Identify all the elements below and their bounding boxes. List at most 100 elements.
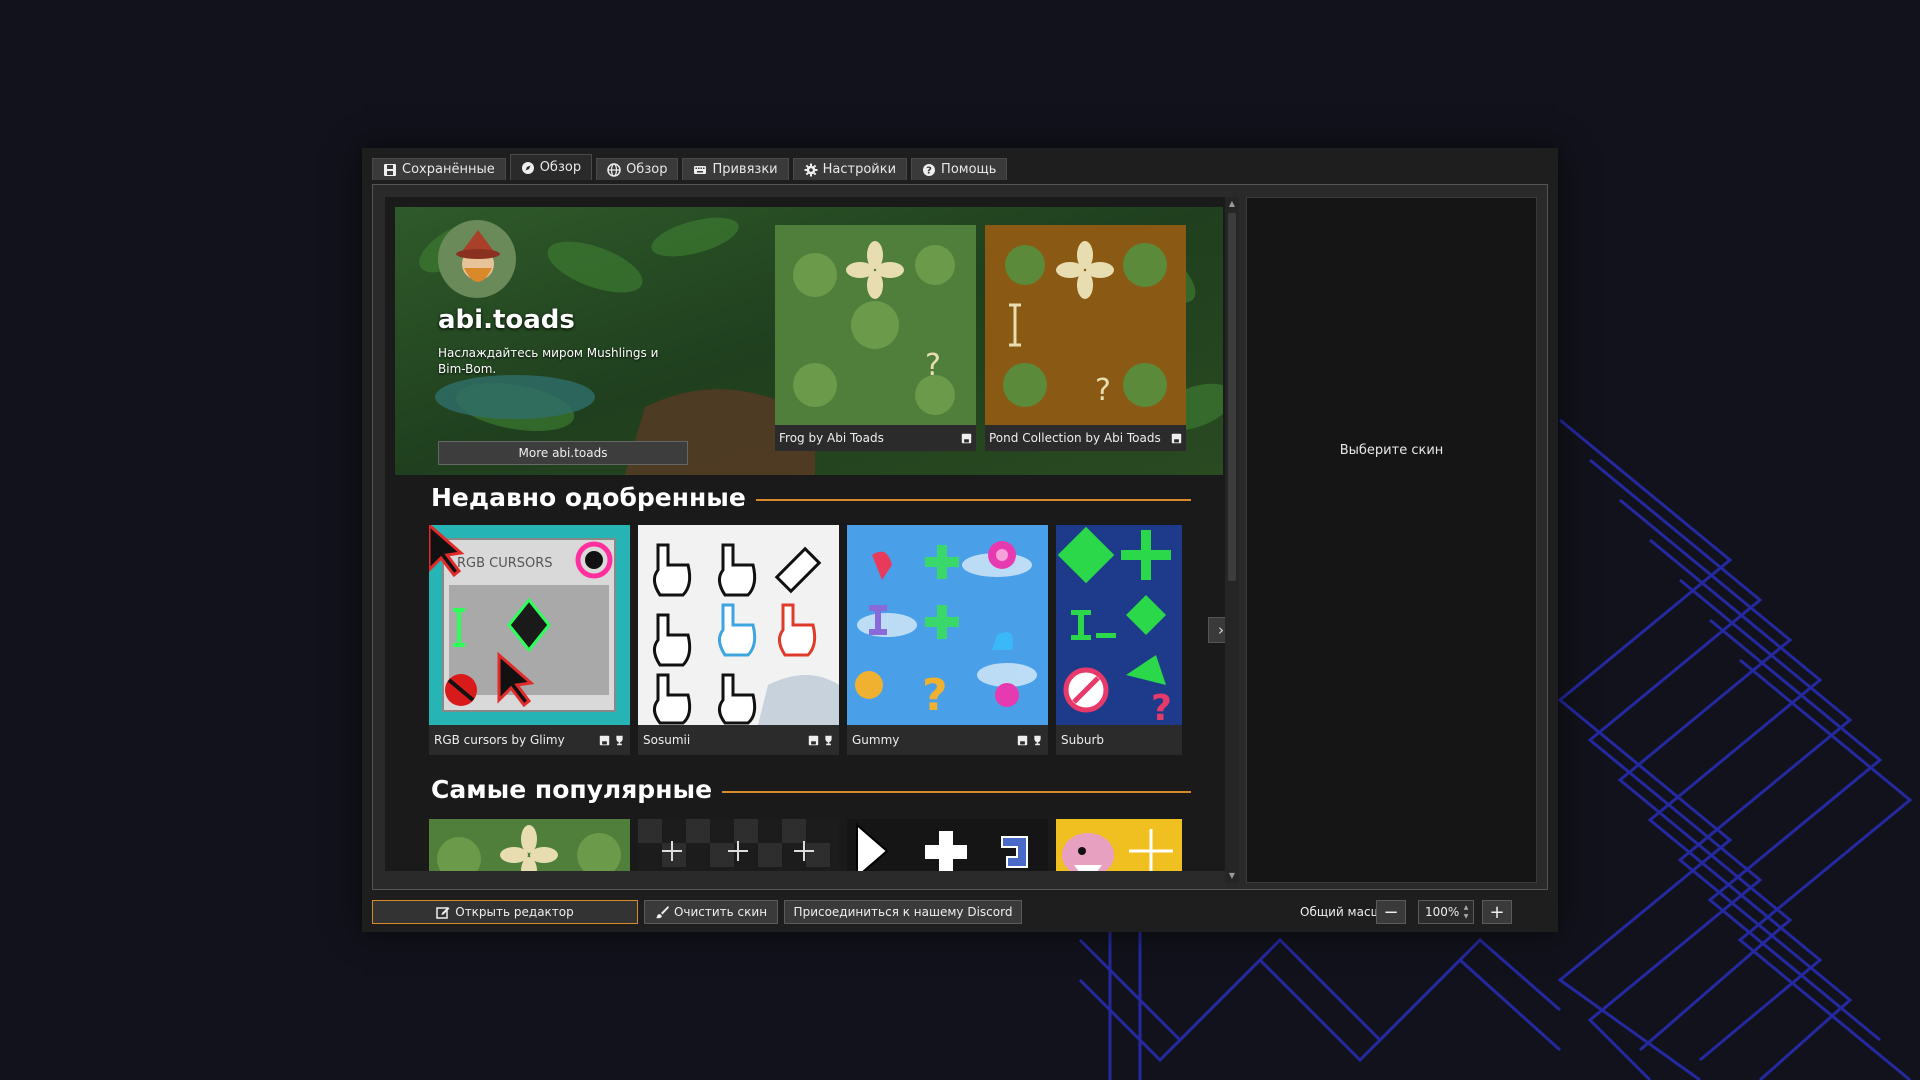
help-icon: ? [923, 163, 936, 176]
save-icon[interactable] [808, 735, 819, 746]
creator-description: Наслаждайтесь миром Mushlings и Bim-Bom. [438, 346, 659, 376]
section-title-text: Самые популярные [431, 775, 713, 804]
save-icon[interactable] [599, 735, 610, 746]
tab-settings[interactable]: Настройки [792, 158, 908, 180]
skin-title: Pond Collection by Abi Toads [989, 431, 1161, 445]
skin-preview-panel: Выберите скин [1246, 197, 1537, 883]
open-editor-label: Открыть редактор [455, 905, 574, 919]
tab-label: Сохранённые [402, 162, 495, 177]
minus-icon: − [1383, 901, 1399, 923]
tab-label: Обзор [539, 160, 582, 175]
skin-preview-image: ? [775, 225, 976, 425]
section-divider [755, 498, 1191, 501]
skin-preview-image: RGB CURSORS [429, 525, 630, 725]
skin-card[interactable] [638, 819, 839, 871]
zoom-out-button[interactable]: − [1376, 900, 1406, 924]
save-icon[interactable] [1171, 433, 1182, 444]
more-creator-button[interactable]: More abi.toads [438, 441, 688, 465]
featured-skin-card[interactable]: ? Pond Collection by Abi Toads [985, 225, 1186, 468]
scroll-down-icon[interactable]: ▼ [1225, 869, 1239, 883]
zoom-in-button[interactable]: + [1482, 900, 1512, 924]
zoom-level-input[interactable]: 100% ▲ ▼ [1418, 900, 1474, 924]
save-icon [384, 163, 396, 176]
skin-title: Sosumii [643, 733, 691, 747]
clear-skin-button[interactable]: Очистить скин [644, 900, 778, 924]
app-window: Сохранённые Обзор Обзор Привязки Настрой… [362, 148, 1558, 932]
skin-preview-image [1056, 819, 1182, 871]
skin-preview-image: ? [1056, 525, 1182, 725]
bottom-toolbar: Открыть редактор Очистить скин Присоедин… [372, 900, 1548, 926]
skin-card[interactable]: ? Suburb [1056, 525, 1182, 755]
vertical-scrollbar[interactable]: ▲ ▼ [1225, 197, 1239, 883]
edit-icon [436, 907, 450, 919]
featured-skin-card[interactable]: ? Frog by Abi Toads [775, 225, 976, 468]
skin-title: Suburb [1061, 733, 1104, 747]
compass-icon [521, 161, 534, 174]
save-icon[interactable] [961, 433, 972, 444]
section-title-recent: Недавно одобренные [431, 483, 1191, 512]
skin-card[interactable]: Sosumii [638, 525, 839, 755]
chevron-right-icon: › [1218, 621, 1224, 639]
skin-card[interactable] [429, 819, 630, 871]
skin-preview-image [847, 819, 1048, 871]
tab-browse[interactable]: Обзор [509, 154, 593, 180]
tab-label: Привязки [712, 162, 778, 177]
clear-skin-label: Очистить скин [673, 905, 768, 919]
globe-icon [607, 162, 621, 177]
svg-text:?: ? [925, 348, 941, 383]
brush-icon [655, 906, 669, 919]
svg-text:?: ? [1151, 688, 1172, 725]
skin-card[interactable]: RGB CURSORS RGB cursors by Glimy [429, 525, 630, 755]
content-frame: abi.toads Наслаждайтесь миром Mushlings … [372, 184, 1548, 890]
trophy-icon [825, 735, 832, 745]
section-divider [722, 790, 1191, 793]
select-skin-placeholder: Выберите скин [1339, 442, 1444, 458]
tab-label: Помощь [941, 162, 997, 177]
section-title-popular: Самые популярные [431, 775, 1191, 804]
skin-preview-image [638, 819, 839, 871]
skin-caption: Pond Collection by Abi Toads [985, 425, 1186, 451]
skin-title: Frog by Abi Toads [779, 431, 884, 445]
tab-bar: Сохранённые Обзор Обзор Привязки Настрой… [372, 154, 1011, 182]
skin-caption: Frog by Abi Toads [775, 425, 976, 451]
tab-label: Обзор [626, 162, 668, 177]
featured-banner: abi.toads Наслаждайтесь миром Mushlings … [395, 207, 1223, 475]
scroll-up-icon[interactable]: ▲ [1225, 197, 1239, 211]
keyboard-icon [694, 165, 707, 174]
card-image-text: RGB CURSORS [457, 556, 553, 571]
svg-text:?: ? [1095, 373, 1111, 408]
save-icon[interactable] [1017, 735, 1028, 746]
skin-preview-image [638, 525, 839, 725]
tab-saved[interactable]: Сохранённые [372, 158, 506, 180]
skin-card[interactable]: ? Gummy [847, 525, 1048, 755]
section-title-text: Недавно одобренные [431, 483, 746, 512]
trophy-icon [1034, 735, 1041, 745]
svg-text:?: ? [926, 165, 932, 176]
gear-icon [804, 163, 818, 176]
discord-button[interactable]: Присоединиться к нашему Discord [784, 900, 1022, 924]
tab-help[interactable]: ? Помощь [911, 158, 1008, 180]
trophy-icon [616, 735, 623, 745]
skin-card[interactable] [847, 819, 1048, 871]
browse-scroll-area[interactable]: abi.toads Наслаждайтесь миром Mushlings … [385, 197, 1225, 871]
open-editor-button[interactable]: Открыть редактор [372, 900, 638, 924]
skin-preview-image: ? [847, 525, 1048, 725]
skin-caption: Gummy [847, 725, 1048, 755]
discord-label: Присоединиться к нашему Discord [793, 905, 1013, 919]
creator-name: abi.toads [438, 305, 575, 335]
tab-bindings[interactable]: Привязки [682, 158, 789, 180]
tab-browse-online[interactable]: Обзор [596, 158, 679, 180]
skin-preview-image: ? [985, 225, 1186, 425]
carousel-next-button[interactable]: › [1208, 617, 1225, 643]
skin-caption: RGB cursors by Glimy [429, 725, 630, 755]
scrollbar-thumb[interactable] [1228, 213, 1236, 581]
skin-caption: Sosumii [638, 725, 839, 755]
svg-text:?: ? [922, 670, 948, 721]
skin-preview-image [429, 819, 630, 871]
skin-title: Gummy [852, 733, 900, 747]
skin-card[interactable] [1056, 819, 1182, 871]
plus-icon: + [1489, 901, 1505, 923]
zoom-spinner-icon[interactable]: ▲ ▼ [1461, 903, 1471, 921]
creator-avatar[interactable] [438, 220, 516, 298]
tab-label: Настройки [822, 162, 897, 177]
